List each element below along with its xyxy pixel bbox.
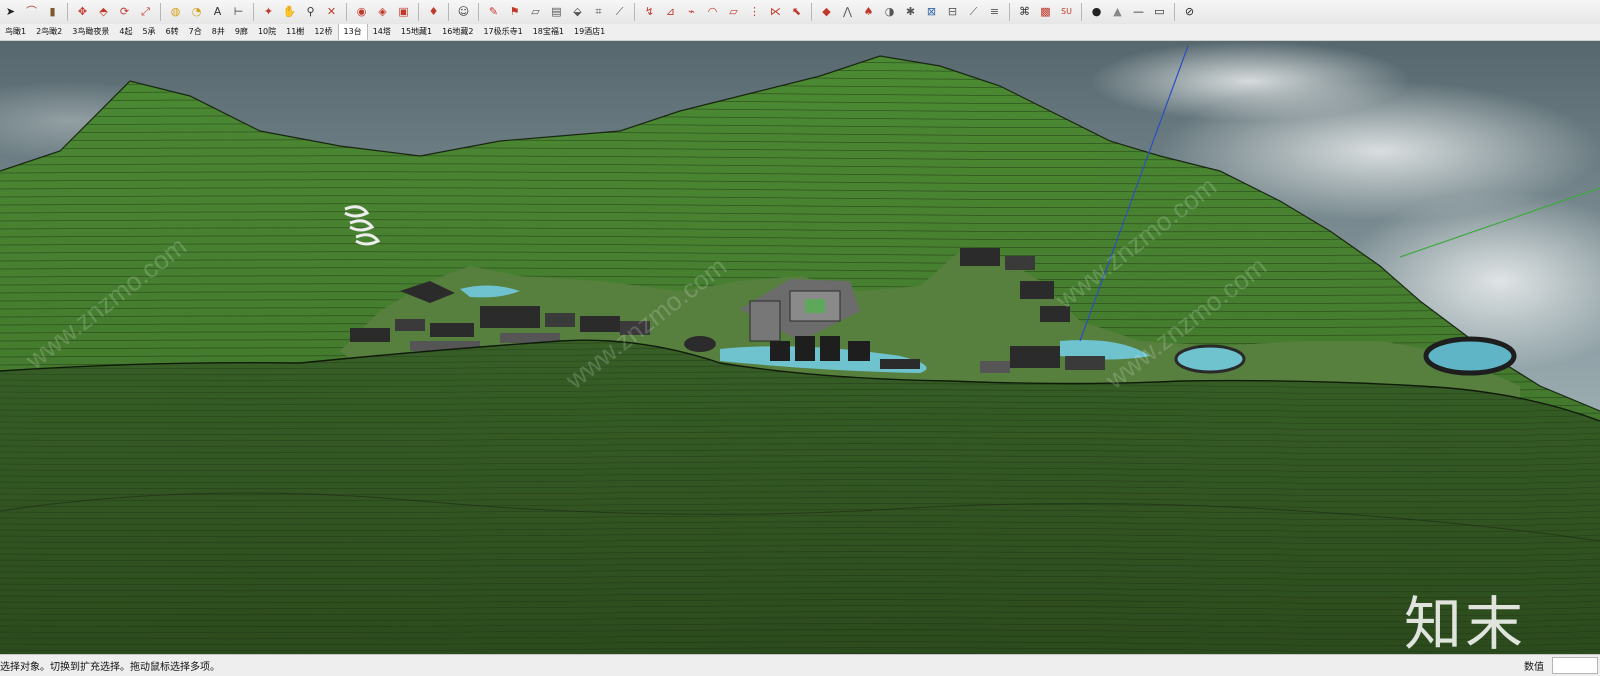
styles-icon[interactable]: ♦ (425, 3, 442, 21)
round-pool (1174, 344, 1246, 374)
scale-tool-icon[interactable]: ⤢ (137, 3, 154, 21)
plugin-15-icon[interactable]: ⬉ (788, 3, 805, 21)
toolbar-separator (478, 3, 479, 21)
scene-tab[interactable]: 8井 (207, 24, 230, 40)
line-icon[interactable]: — (1130, 3, 1147, 21)
dimension-icon[interactable]: ⊢ (230, 3, 247, 21)
select-tool-icon[interactable]: ➤ (2, 3, 19, 21)
pan-icon[interactable]: ✋ (281, 3, 298, 21)
toolbar-separator (448, 3, 449, 21)
scene-tab[interactable]: 2鸟瞰2 (31, 24, 67, 40)
protractor-icon[interactable]: ◔ (188, 3, 205, 21)
toolbar-separator (634, 3, 635, 21)
plugin-2-icon[interactable]: ⚑ (506, 3, 523, 21)
text-tool-icon[interactable]: A (209, 3, 226, 21)
rectangle-icon[interactable]: ▭ (1151, 3, 1168, 21)
su-plugin-icon[interactable]: SU (1058, 3, 1075, 21)
plugin-16-icon[interactable]: ◆ (818, 3, 835, 21)
plugin-9-icon[interactable]: ⊿ (662, 3, 679, 21)
zoom-icon[interactable]: ⚲ (302, 3, 319, 21)
plugin-4-icon[interactable]: ▤ (548, 3, 565, 21)
plugin-25-icon[interactable]: ⌘ (1016, 3, 1033, 21)
toolbar-separator (160, 3, 161, 21)
warehouse-icon[interactable]: ▣ (395, 3, 412, 21)
scene-tab[interactable]: 19酒店1 (569, 24, 610, 40)
scene-tab[interactable]: 10院 (253, 24, 281, 40)
plugin-23-icon[interactable]: ⟋ (965, 3, 982, 21)
plugin-1-icon[interactable]: ✎ (485, 3, 502, 21)
scene-tab[interactable]: 13台 (337, 24, 368, 40)
measurements-input[interactable] (1552, 657, 1598, 674)
toolbar-separator (811, 3, 812, 21)
group-icon[interactable]: ◈ (374, 3, 391, 21)
orbit-icon[interactable]: ✦ (260, 3, 277, 21)
scene-tab[interactable]: 17极乐寺1 (478, 24, 527, 40)
plugin-20-icon[interactable]: ✱ (902, 3, 919, 21)
push-pull-icon[interactable]: ⬘ (95, 3, 112, 21)
main-toolbar: ➤ ⌒ ▮ ✥ ⬘ ⟳ ⤢ ◍ ◔ A ⊢ ✦ ✋ ⚲ ✕ ◉ ◈ ▣ ♦ ☺ ✎ ⚑ ▱ ▤ ⬙ ⌗ ⟋ ↯ ⊿ ⌁ ◠ ▱ ⋮ ⋉ ⬉ ◆ ⋀ ♠ ◑ ✱… (0, 0, 1600, 25)
scene-tab[interactable]: 7合 (184, 24, 207, 40)
lasso-tool-icon[interactable]: ⌒ (23, 3, 40, 21)
scene-tab[interactable]: 11榭 (281, 24, 309, 40)
scene-tab[interactable]: 鸟瞰1 (0, 24, 31, 40)
scene-tab[interactable]: 9廊 (230, 24, 253, 40)
watermark-logo: 知末 (1404, 590, 1527, 654)
plugin-21-icon[interactable]: ⊠ (923, 3, 940, 21)
toolbar-separator (346, 3, 347, 21)
toolbar-separator (1174, 3, 1175, 21)
paint-bucket-icon[interactable]: ▮ (44, 3, 61, 21)
scene-tab[interactable]: 5承 (137, 24, 160, 40)
plugin-13-icon[interactable]: ⋮ (746, 3, 763, 21)
plugin-11-icon[interactable]: ◠ (704, 3, 721, 21)
status-hint: 选择对象。切换到扩充选择。拖动鼠标选择多项。 (0, 662, 220, 673)
scene-tab[interactable]: 16地藏2 (437, 24, 478, 40)
plugin-12-icon[interactable]: ▱ (725, 3, 742, 21)
scene-tab[interactable]: 18宝福1 (528, 24, 569, 40)
near-terrain-contours (0, 340, 1600, 654)
scene-tab[interactable]: 6转 (161, 24, 184, 40)
scene-tab[interactable]: 4起 (114, 24, 137, 40)
toolbar-separator (418, 3, 419, 21)
toolbar-separator (1081, 3, 1082, 21)
model-viewport[interactable]: www.znzmo.com www.znzmo.com www.znzmo.co… (0, 41, 1600, 654)
plugin-7-icon[interactable]: ⟋ (611, 3, 628, 21)
plugin-6-icon[interactable]: ⌗ (590, 3, 607, 21)
move-tool-icon[interactable]: ✥ (74, 3, 91, 21)
hide-icon[interactable]: ⊘ (1181, 3, 1198, 21)
plugin-26-icon[interactable]: ▩ (1037, 3, 1054, 21)
component-icon[interactable]: ◉ (353, 3, 370, 21)
status-bar: 选择对象。切换到扩充选择。拖动鼠标选择多项。 数值 (0, 654, 1600, 676)
cloud (1090, 41, 1410, 121)
toolbar-separator (253, 3, 254, 21)
toolbar-separator (67, 3, 68, 21)
plugin-22-icon[interactable]: ⊟ (944, 3, 961, 21)
scene-tab[interactable]: 14塔 (368, 24, 396, 40)
plugin-17-icon[interactable]: ⋀ (839, 3, 856, 21)
plugin-10-icon[interactable]: ⌁ (683, 3, 700, 21)
point-icon[interactable]: ● (1088, 3, 1105, 21)
plugin-19-icon[interactable]: ◑ (881, 3, 898, 21)
scene-tab[interactable]: 3鸟瞰夜景 (67, 24, 114, 40)
terrain-scene (0, 41, 1600, 654)
scene-tab[interactable]: 15地藏1 (396, 24, 437, 40)
plugin-18-icon[interactable]: ♠ (860, 3, 877, 21)
plugin-14-icon[interactable]: ⋉ (767, 3, 784, 21)
plugin-8-icon[interactable]: ↯ (641, 3, 658, 21)
cone-icon[interactable]: ▲ (1109, 3, 1126, 21)
user-icon[interactable]: ☺ (455, 3, 472, 21)
rotate-tool-icon[interactable]: ⟳ (116, 3, 133, 21)
plugin-3-icon[interactable]: ▱ (527, 3, 544, 21)
plugin-24-icon[interactable]: ≡ (986, 3, 1003, 21)
round-plaza (1423, 336, 1517, 376)
zoom-extents-icon[interactable]: ✕ (323, 3, 340, 21)
scene-tab[interactable]: 12桥 (309, 24, 337, 40)
tape-measure-icon[interactable]: ◍ (167, 3, 184, 21)
scene-tabs-bar: 鸟瞰1 2鸟瞰2 3鸟瞰夜景 4起 5承 6转 7合 8井 9廊 10院 11榭 12桥 13台 14塔 1… (0, 24, 1600, 41)
plugin-5-icon[interactable]: ⬙ (569, 3, 586, 21)
measurements-label: 数值 (1524, 662, 1544, 673)
toolbar-separator (1009, 3, 1010, 21)
